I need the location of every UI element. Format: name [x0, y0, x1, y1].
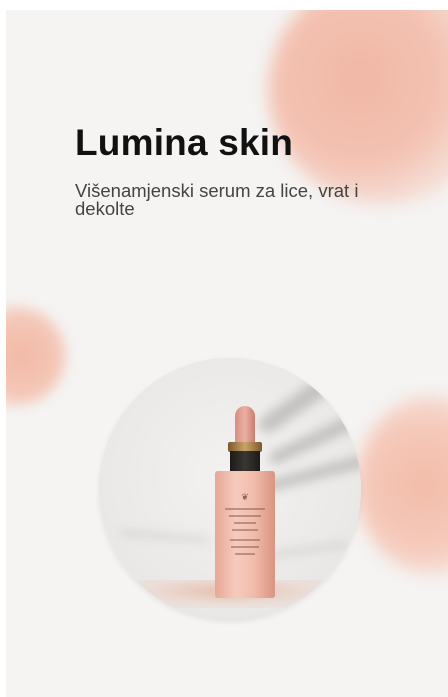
- dropper-bulb: [235, 406, 255, 446]
- page: Lumina skin Višenamjenski serum za lice,…: [0, 0, 448, 697]
- bottle-body: ❦: [215, 471, 275, 598]
- page-subtitle: Višenamjenski serum za lice, vrat i deko…: [75, 180, 359, 219]
- decorative-blob-left: [6, 306, 66, 406]
- decorative-blob-right: [356, 395, 448, 575]
- decorative-blob-top-right: [268, 10, 448, 205]
- product-image: ❦: [99, 358, 361, 620]
- leaf-shadow: [118, 529, 210, 543]
- hero-card: Lumina skin Višenamjenski serum za lice,…: [6, 10, 448, 697]
- bottle-logo-mark: ❦: [241, 493, 249, 503]
- bottle-label: ❦: [220, 491, 270, 581]
- dropper-neck: [230, 451, 260, 473]
- page-title: Lumina skin: [75, 122, 294, 163]
